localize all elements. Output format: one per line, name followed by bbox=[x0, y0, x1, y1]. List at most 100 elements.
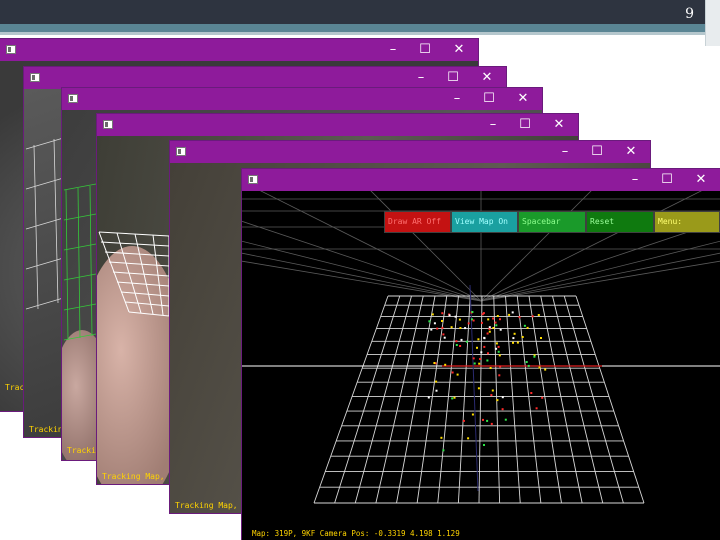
map-point bbox=[516, 341, 519, 344]
map-point bbox=[454, 315, 457, 318]
close-button[interactable]: ✕ bbox=[616, 142, 646, 162]
window-title-bar[interactable]: – ☐ ✕ bbox=[62, 88, 542, 110]
map-point bbox=[518, 316, 521, 319]
map-point bbox=[511, 311, 514, 314]
app-icon bbox=[103, 120, 113, 129]
menu-button[interactable]: Menu: bbox=[654, 211, 720, 233]
map-point bbox=[496, 399, 499, 402]
minimize-button[interactable]: – bbox=[406, 68, 436, 88]
close-button[interactable]: ✕ bbox=[444, 40, 474, 60]
background-grid-line bbox=[242, 260, 482, 302]
map-point bbox=[464, 327, 467, 330]
map-point bbox=[467, 437, 470, 440]
map-point bbox=[451, 371, 454, 374]
map-3d-view bbox=[242, 191, 720, 504]
axis-line-blue bbox=[469, 284, 479, 492]
slide-page-edge bbox=[705, 0, 720, 46]
window-title-bar[interactable]: – ☐ ✕ bbox=[24, 67, 506, 89]
map-point bbox=[544, 368, 547, 371]
minimize-button[interactable]: – bbox=[620, 170, 650, 190]
map-point bbox=[441, 312, 444, 315]
map-point bbox=[501, 408, 504, 411]
maximize-button[interactable]: ☐ bbox=[438, 68, 468, 88]
background-grid-line bbox=[370, 191, 482, 302]
map-point bbox=[513, 332, 516, 335]
map-point bbox=[450, 326, 453, 329]
map-point bbox=[527, 364, 530, 367]
minimize-button[interactable]: – bbox=[550, 142, 580, 162]
app-icon bbox=[68, 94, 78, 103]
map-point bbox=[477, 387, 480, 390]
window-title-bar[interactable]: – ☐ ✕ bbox=[0, 39, 478, 61]
map-point bbox=[428, 320, 431, 323]
tracking-status-text: Tracking Map, bbox=[175, 501, 238, 510]
slide-accent-bar bbox=[0, 24, 720, 32]
map-view-window[interactable]: – ☐ ✕ Draw AR Off View Map On Spacebar R… bbox=[242, 169, 720, 540]
maximize-button[interactable]: ☐ bbox=[582, 142, 612, 162]
map-point bbox=[435, 380, 438, 383]
map-point bbox=[486, 419, 489, 422]
background-grid-line bbox=[480, 260, 720, 302]
close-button[interactable]: ✕ bbox=[472, 68, 502, 88]
map-point bbox=[499, 328, 502, 331]
map-point bbox=[456, 373, 459, 376]
map-point bbox=[504, 418, 507, 421]
map-point bbox=[442, 449, 445, 452]
window-title-bar[interactable]: – ☐ ✕ bbox=[170, 141, 650, 163]
map-point bbox=[488, 330, 491, 333]
map-point bbox=[448, 314, 451, 317]
map-point bbox=[473, 362, 476, 365]
close-button[interactable]: ✕ bbox=[508, 89, 538, 109]
spacebar-button[interactable]: Spacebar bbox=[518, 211, 586, 233]
map-point bbox=[479, 358, 482, 360]
map-point bbox=[512, 341, 514, 344]
map-point bbox=[537, 314, 540, 316]
map-point bbox=[436, 327, 439, 330]
slide-header-bar bbox=[0, 0, 720, 24]
minimize-button[interactable]: – bbox=[442, 89, 472, 109]
map-point bbox=[462, 419, 465, 422]
map-point bbox=[431, 313, 434, 316]
tracking-status-text: Trackin bbox=[29, 425, 63, 434]
reset-button[interactable]: Reset bbox=[586, 211, 654, 233]
map-point bbox=[492, 327, 495, 329]
window-title-bar[interactable]: – ☐ ✕ bbox=[242, 169, 720, 191]
map-point bbox=[487, 318, 490, 321]
close-button[interactable]: ✕ bbox=[544, 115, 574, 135]
app-icon bbox=[176, 147, 186, 156]
map-point bbox=[498, 354, 501, 357]
map-point bbox=[487, 352, 489, 355]
map-point bbox=[533, 355, 536, 358]
map-point bbox=[488, 326, 491, 329]
background-grid-line bbox=[480, 191, 702, 302]
map-point bbox=[494, 321, 497, 324]
draw-ar-button[interactable]: Draw AR Off bbox=[384, 211, 451, 233]
map-point bbox=[465, 340, 468, 343]
maximize-button[interactable]: ☐ bbox=[474, 89, 504, 109]
maximize-button[interactable]: ☐ bbox=[410, 40, 440, 60]
map-point bbox=[535, 407, 538, 410]
minimize-button[interactable]: – bbox=[378, 40, 408, 60]
map-point bbox=[499, 318, 501, 321]
map-point bbox=[472, 357, 475, 360]
map-status-text: Map: 319P, 9KF Camera Pos: -0.3319 4.198… bbox=[252, 529, 460, 538]
map-point bbox=[483, 444, 485, 446]
maximize-button[interactable]: ☐ bbox=[652, 170, 682, 190]
map-point bbox=[523, 324, 526, 327]
minimize-button[interactable]: – bbox=[478, 115, 508, 135]
tracking-grid-overlay bbox=[98, 231, 170, 317]
close-button[interactable]: ✕ bbox=[686, 170, 716, 190]
map-point bbox=[491, 389, 494, 392]
map-point bbox=[480, 321, 483, 324]
background-grid-line bbox=[480, 252, 720, 302]
map-point bbox=[495, 324, 498, 327]
map-point bbox=[531, 315, 534, 318]
view-map-button[interactable]: View Map On bbox=[451, 211, 518, 233]
tracking-status-text: Trac bbox=[5, 383, 25, 392]
map-point bbox=[490, 394, 493, 397]
map-point bbox=[471, 413, 474, 416]
map-point bbox=[441, 326, 444, 329]
map-point bbox=[471, 311, 474, 313]
maximize-button[interactable]: ☐ bbox=[510, 115, 540, 135]
window-title-bar[interactable]: – ☐ ✕ bbox=[97, 114, 578, 136]
